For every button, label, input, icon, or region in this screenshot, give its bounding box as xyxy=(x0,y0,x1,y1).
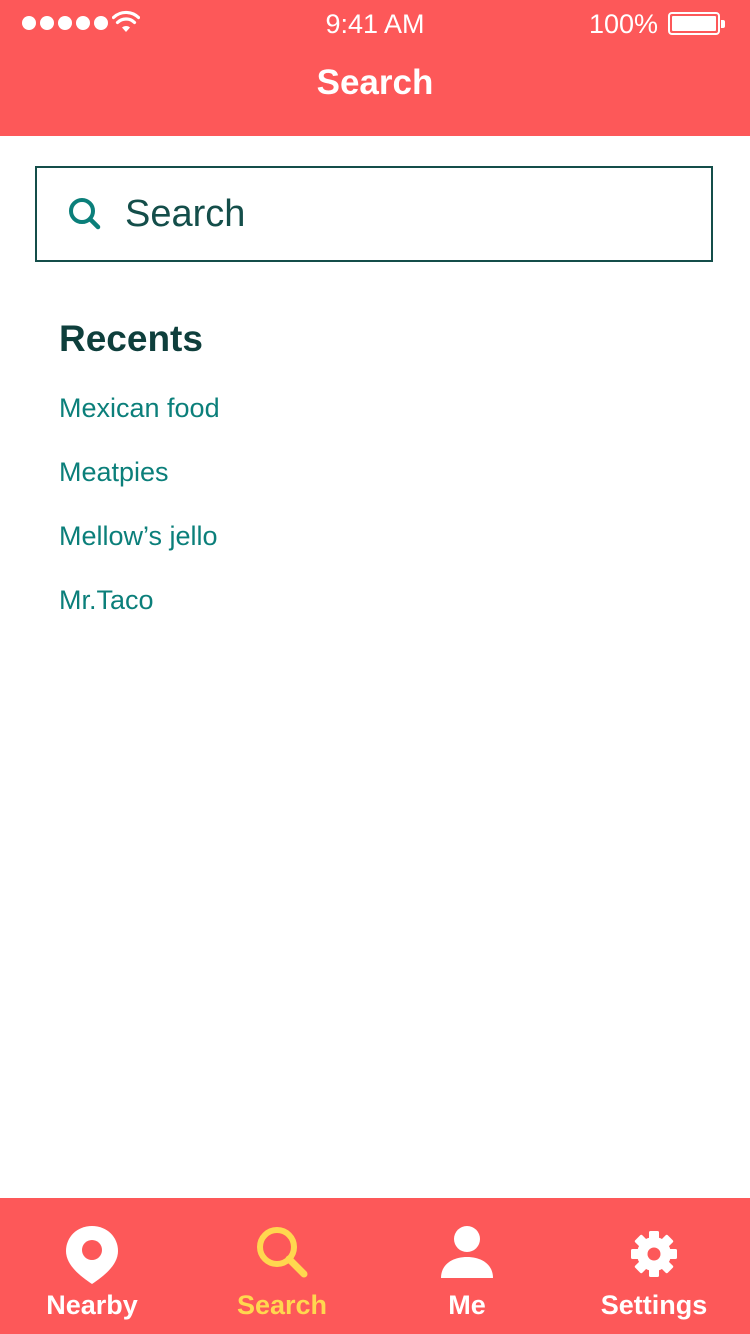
location-pin-icon xyxy=(66,1226,118,1284)
tab-search[interactable]: Search xyxy=(212,1198,352,1334)
status-bar: 9:41 AM 100% xyxy=(0,0,750,48)
tab-nearby[interactable]: Nearby xyxy=(22,1198,162,1334)
search-field[interactable] xyxy=(35,166,713,262)
tab-search-label: Search xyxy=(236,1290,328,1320)
search-input[interactable] xyxy=(125,184,685,244)
tab-me[interactable]: Me xyxy=(397,1198,537,1334)
tab-me-label: Me xyxy=(448,1290,486,1320)
battery-percent: 100% xyxy=(588,9,658,39)
recent-item-mellows-jello[interactable]: Mellow’s jello xyxy=(59,516,220,580)
page-title: Search xyxy=(316,63,434,102)
recents-heading: Recents xyxy=(59,318,203,359)
user-icon xyxy=(441,1226,493,1278)
tab-bar: Nearby Search Me Settings xyxy=(0,1198,750,1334)
recent-item-mr-taco[interactable]: Mr.Taco xyxy=(59,580,220,644)
app-header: 9:41 AM 100% Search xyxy=(0,0,750,136)
tab-nearby-label: Nearby xyxy=(46,1290,138,1320)
search-icon xyxy=(257,1227,308,1278)
tab-settings[interactable]: Settings xyxy=(584,1198,724,1334)
tab-settings-label: Settings xyxy=(600,1290,708,1320)
gear-icon xyxy=(631,1231,677,1277)
battery-icon xyxy=(668,12,725,35)
recents-list: Mexican food Meatpies Mellow’s jello Mr.… xyxy=(59,388,220,644)
recent-item-meatpies[interactable]: Meatpies xyxy=(59,452,220,516)
recent-item-mexican-food[interactable]: Mexican food xyxy=(59,388,220,452)
search-icon xyxy=(69,198,101,230)
